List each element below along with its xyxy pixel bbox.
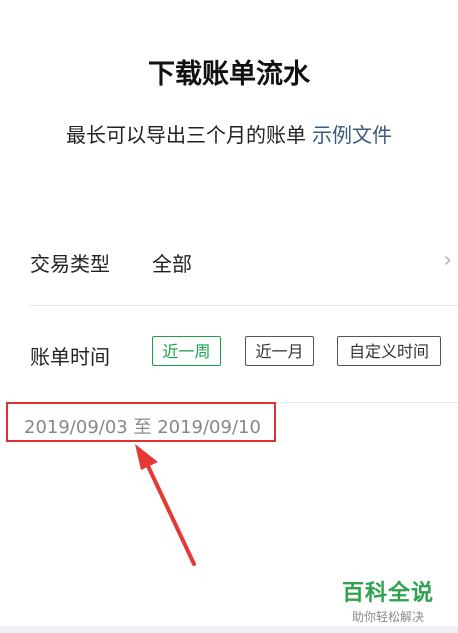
bottom-strip [0, 626, 458, 633]
watermark-sub-text: 助你轻松解决 [351, 610, 424, 624]
annotation-arrow-icon [135, 444, 196, 566]
watermark-main-text: 百科全说 [341, 581, 434, 606]
watermark-logo: 百科全说 助你轻松解决 [330, 575, 446, 625]
